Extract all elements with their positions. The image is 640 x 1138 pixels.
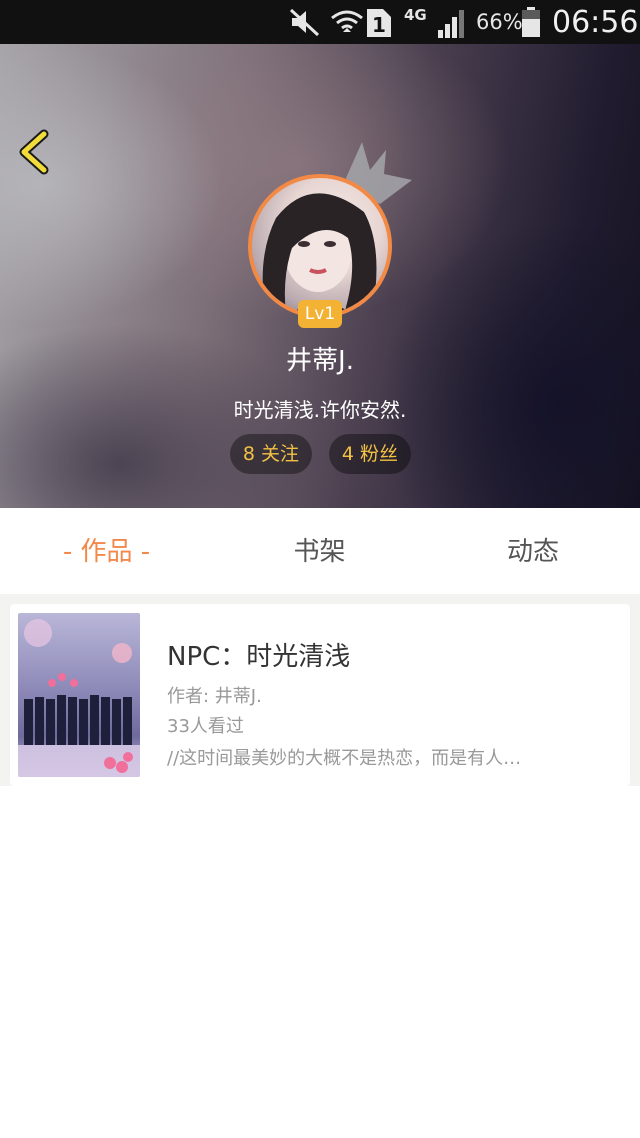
sim-icon: 1 <box>367 9 391 37</box>
clock-time: 06:56 <box>552 5 639 40</box>
avatar[interactable] <box>248 174 392 318</box>
works-list: NPC：时光清浅 作者: 井蒂J. 33人看过 //这时间最美妙的大概不是热恋，… <box>0 594 640 786</box>
battery-percent: 66% <box>476 10 523 34</box>
book-title[interactable]: NPC：时光清浅 <box>167 636 350 673</box>
status-bar: 1 4G 66% 06:56 <box>0 0 640 44</box>
mute-icon <box>289 8 320 37</box>
tab-works[interactable]: - 作品 - <box>0 508 213 594</box>
profile-header: Lv1 井蒂J. 时光清浅.许你安然. 8 关注 4 粉丝 <box>0 44 640 508</box>
back-arrow-icon[interactable] <box>14 128 54 176</box>
signal-icon: 4G <box>404 6 464 38</box>
tab-bookshelf[interactable]: 书架 <box>213 508 426 594</box>
wifi-icon <box>331 10 363 32</box>
network-type: 4G <box>404 6 427 24</box>
level-badge: Lv1 <box>298 300 342 328</box>
avatar-portrait <box>262 193 377 314</box>
book-view-count: 33人看过 <box>167 716 244 737</box>
book-author: 作者: 井蒂J. <box>167 686 262 707</box>
profile-tabs: - 作品 - 书架 动态 <box>0 508 640 594</box>
empty-area <box>0 786 640 1138</box>
sim-slot-number: 1 <box>372 13 386 37</box>
following-count-button[interactable]: 8 关注 <box>230 434 312 474</box>
book-card[interactable]: NPC：时光清浅 作者: 井蒂J. 33人看过 //这时间最美妙的大概不是热恋，… <box>10 604 630 786</box>
fans-count-button[interactable]: 4 粉丝 <box>329 434 411 474</box>
username: 井蒂J. <box>286 346 354 376</box>
book-cover-image[interactable] <box>18 613 140 777</box>
user-signature: 时光清浅.许你安然. <box>233 398 407 422</box>
book-excerpt: //这时间最美妙的大概不是热恋，而是有人… <box>167 748 522 769</box>
tab-activity[interactable]: 动态 <box>426 508 640 594</box>
battery-icon <box>522 7 540 37</box>
